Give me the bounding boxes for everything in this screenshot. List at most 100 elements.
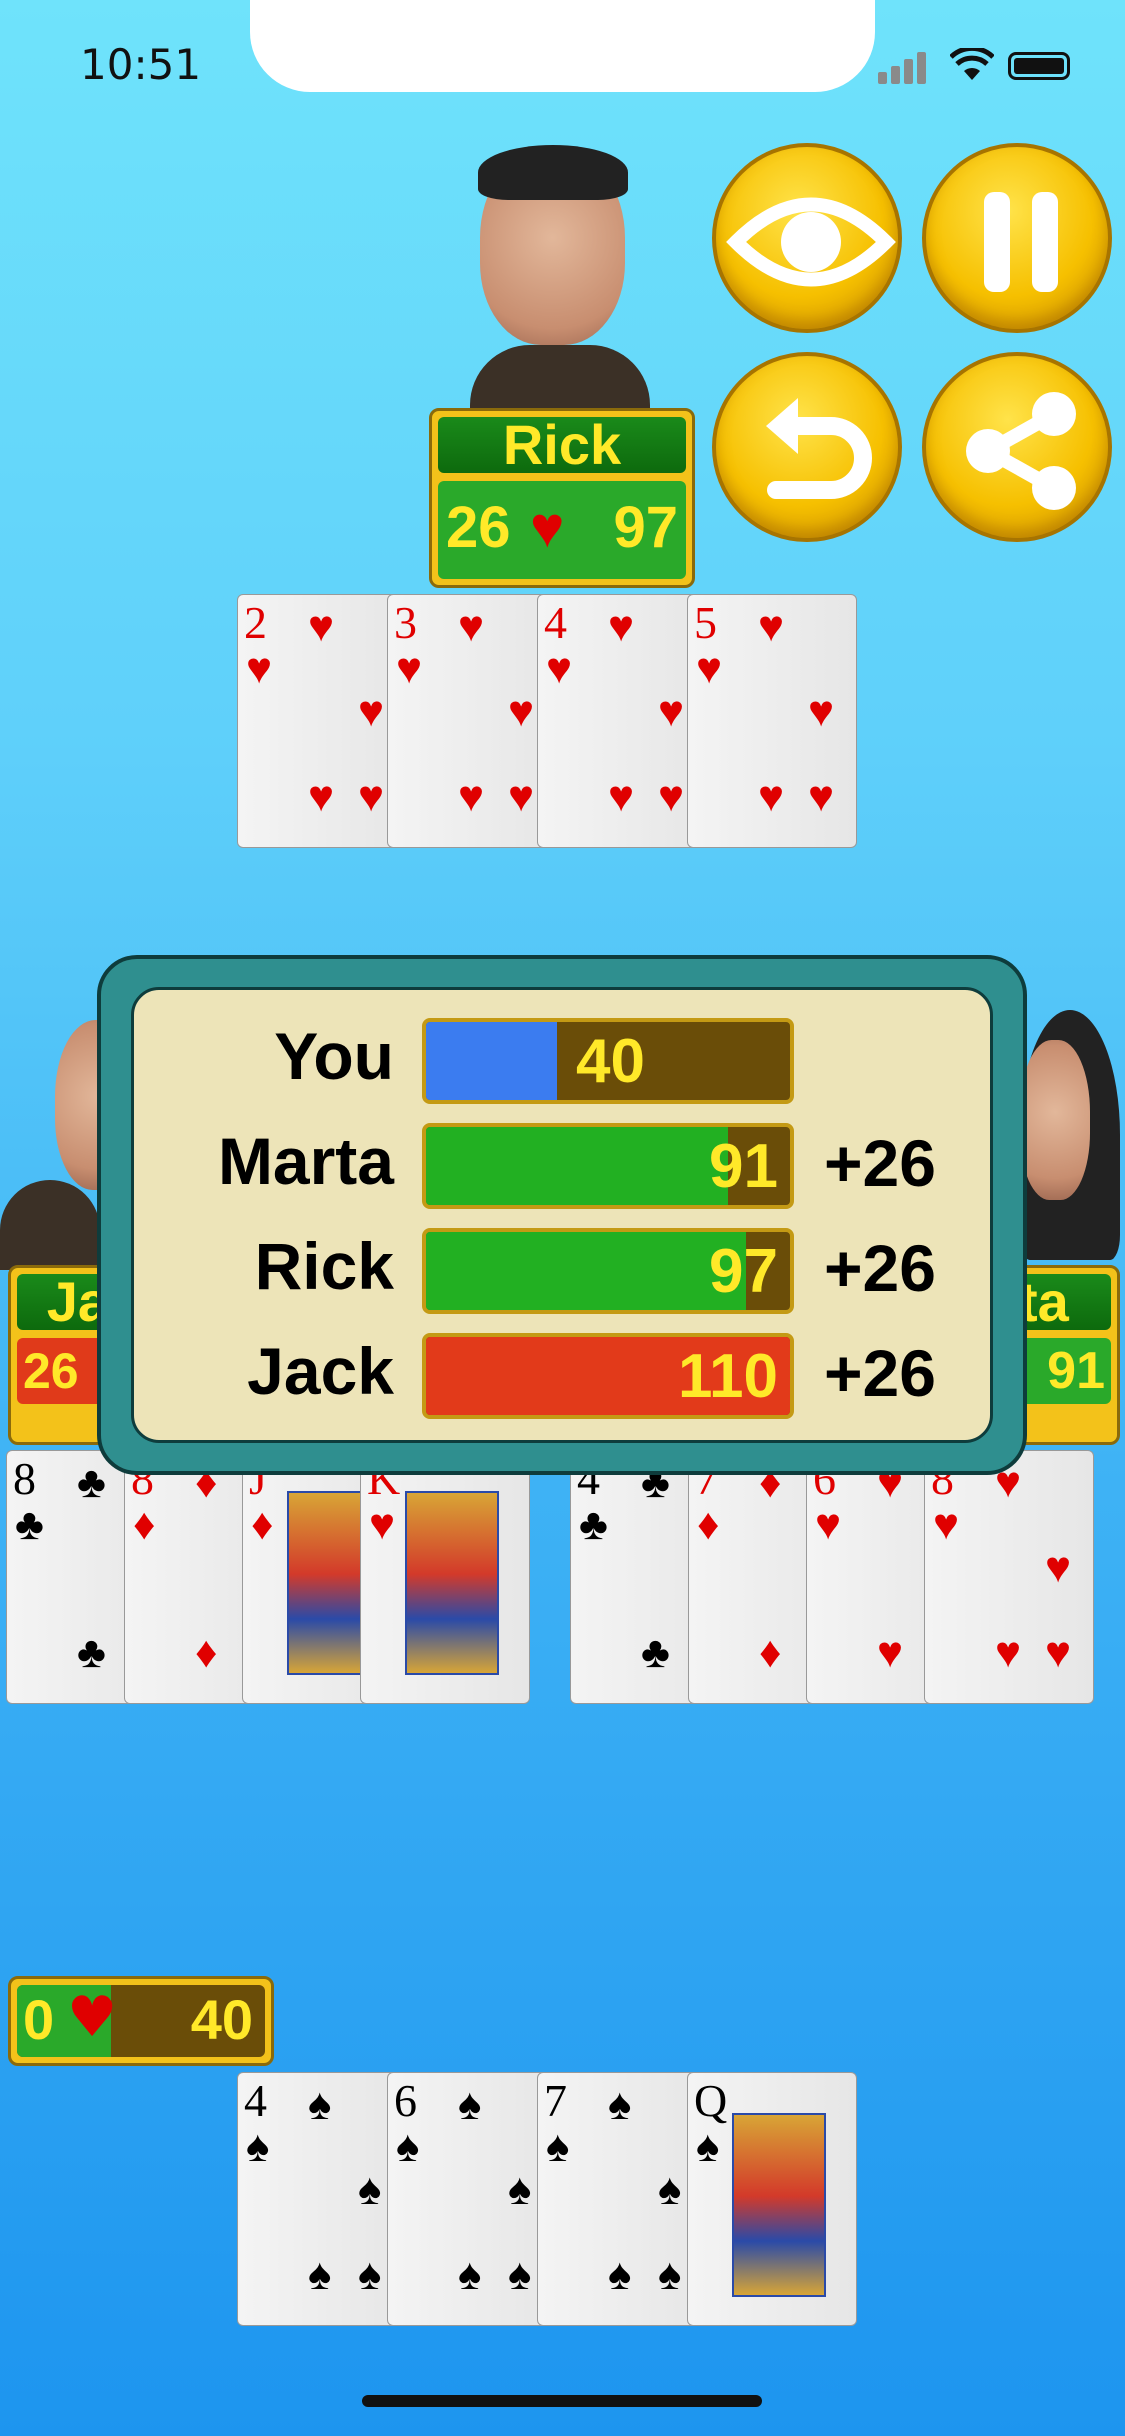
score-player-name: You	[274, 1019, 394, 1093]
your-score-plate: 0 ♥ 40	[8, 1976, 274, 2066]
avatar-jack	[0, 1000, 145, 1270]
card-pip: ♠	[658, 2250, 682, 2299]
card-suit: ♠	[696, 2122, 720, 2171]
card-suit: ♥	[246, 644, 273, 693]
scoreboard-dialog: You 40 Marta 91 +26 Rick 97 +26 Jack 110 +26	[97, 955, 1027, 1475]
card-2-of-hearts: 2 ♥ ♥ ♥ ♥ ♥	[237, 594, 407, 848]
score-row: You 40	[134, 1010, 990, 1104]
card-suit: ♠	[396, 2122, 420, 2171]
score-bar-fill	[426, 1127, 729, 1205]
card-6-of-spades[interactable]: 6 ♠ ♠ ♠ ♠ ♠	[387, 2072, 557, 2326]
card-pip: ♠	[608, 2080, 632, 2129]
card-pip: ♠	[658, 2165, 682, 2214]
card-pip: ♣	[77, 1628, 106, 1677]
card-suit: ♦	[251, 1500, 274, 1549]
card-Q-of-spades[interactable]: Q ♠	[687, 2072, 857, 2326]
score-row: Jack 110 +26	[134, 1325, 990, 1419]
card-4-of-hearts: 4 ♥ ♥ ♥ ♥ ♥	[537, 594, 707, 848]
card-rank: 2	[244, 597, 267, 648]
card-pip: ♥	[658, 772, 685, 821]
card-pip: ♥	[358, 687, 385, 736]
peek-button[interactable]	[712, 143, 902, 333]
card-pip: ♠	[458, 2250, 482, 2299]
avatar-marta	[1010, 1000, 1125, 1270]
card-suit: ♦	[133, 1500, 156, 1549]
total-score: 97	[613, 495, 678, 560]
card-rank: 8	[13, 1453, 36, 1504]
card-8-of-hearts: 8 ♥ ♥ ♥ ♥ ♥	[924, 1450, 1094, 1704]
wifi-icon	[950, 48, 994, 80]
heart-icon: ♥	[530, 495, 565, 560]
card-pip: ♥	[658, 687, 685, 736]
card-pip: ♠	[358, 2165, 382, 2214]
card-suit: ♦	[697, 1500, 720, 1549]
card-pip: ♥	[508, 687, 535, 736]
card-pip: ♦	[195, 1628, 218, 1677]
card-suit: ♣	[15, 1500, 44, 1549]
hearts-count: 0	[23, 1988, 55, 2051]
card-pip: ♥	[808, 772, 835, 821]
avatar-rick	[450, 140, 670, 415]
undo-button[interactable]	[712, 352, 902, 542]
card-suit: ♥	[933, 1500, 960, 1549]
card-rank: 6	[394, 2075, 417, 2126]
player-plate-rick: Rick 26 ♥ 97	[429, 408, 695, 588]
status-time: 10:51	[80, 40, 202, 89]
card-rank: Q	[694, 2075, 728, 2126]
eye-icon	[726, 197, 896, 287]
card-pip: ♥	[758, 602, 785, 651]
undo-icon	[766, 398, 872, 499]
hearts-count: 26	[446, 495, 511, 560]
card-4-of-spades[interactable]: 4 ♠ ♠ ♠ ♠ ♠	[237, 2072, 407, 2326]
player-score: 26	[17, 1338, 109, 1404]
player-name: ta	[1019, 1274, 1111, 1330]
card-rank: 4	[544, 597, 567, 648]
hearts-count: 26	[23, 1343, 79, 1399]
card-pip: ♥	[458, 602, 485, 651]
signal-bar	[891, 66, 900, 84]
card-pip: ♥	[608, 602, 635, 651]
score-value: 91	[709, 1132, 778, 1201]
pause-icon	[984, 192, 1058, 292]
pause-button[interactable]	[922, 143, 1112, 333]
home-indicator[interactable]	[362, 2395, 762, 2407]
card-K-of-hearts: K ♥	[360, 1450, 530, 1704]
card-7-of-spades[interactable]: 7 ♠ ♠ ♠ ♠ ♠	[537, 2072, 707, 2326]
card-pip: ♠	[608, 2250, 632, 2299]
card-rank: 3	[394, 597, 417, 648]
card-pip: ♠	[308, 2250, 332, 2299]
card-pip: ♥	[308, 772, 335, 821]
card-pip: ♠	[308, 2080, 332, 2129]
battery-icon	[1008, 52, 1070, 80]
card-pip: ♥	[508, 772, 535, 821]
card-suit: ♥	[396, 644, 423, 693]
signal-icon	[878, 72, 887, 84]
card-pip: ♥	[1045, 1628, 1072, 1677]
card-pip: ♠	[358, 2250, 382, 2299]
card-rank: 7	[544, 2075, 567, 2126]
card-suit: ♥	[546, 644, 573, 693]
card-suit: ♠	[246, 2122, 270, 2171]
card-pip: ♥	[358, 772, 385, 821]
score-bar: 97	[422, 1228, 794, 1314]
card-suit: ♠	[546, 2122, 570, 2171]
scoreboard-panel: You 40 Marta 91 +26 Rick 97 +26 Jack 110 +26	[131, 987, 993, 1443]
card-pip: ♥	[877, 1628, 904, 1677]
card-5-of-hearts: 5 ♥ ♥ ♥ ♥ ♥	[687, 594, 857, 848]
card-3-of-hearts: 3 ♥ ♥ ♥ ♥ ♥	[387, 594, 557, 848]
score-bar-fill	[426, 1022, 558, 1100]
card-pip: ♥	[458, 772, 485, 821]
share-button[interactable]	[922, 352, 1112, 542]
score-player-name: Rick	[254, 1229, 394, 1303]
player-score: 91	[1019, 1338, 1111, 1404]
score-row: Rick 97 +26	[134, 1220, 990, 1314]
card-pip: ♠	[458, 2080, 482, 2129]
player-score: 26 ♥ 97	[438, 481, 686, 579]
card-pip: ♣	[77, 1458, 106, 1507]
score-bar-fill	[426, 1232, 747, 1310]
heart-icon: ♥	[67, 1985, 118, 2050]
score-bar: 40	[422, 1018, 794, 1104]
card-suit: ♣	[579, 1500, 608, 1549]
card-suit: ♥	[815, 1500, 842, 1549]
score-player-name: Marta	[217, 1124, 394, 1198]
